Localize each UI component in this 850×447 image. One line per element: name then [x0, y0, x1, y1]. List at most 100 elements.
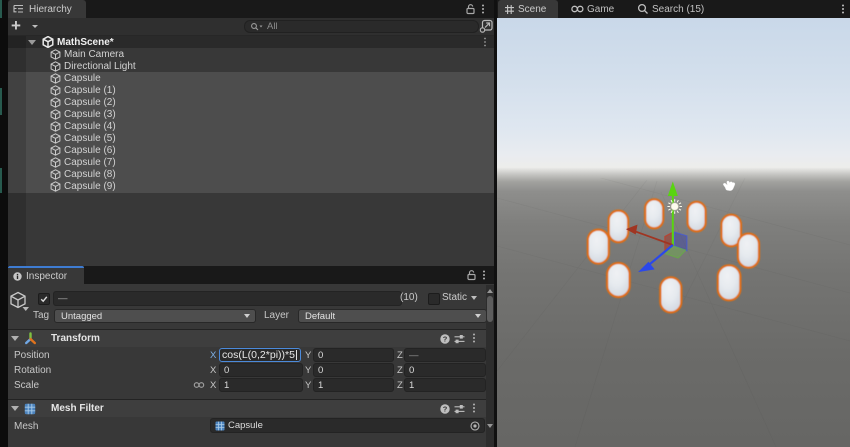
scene-header-row[interactable]: MathScene*: [8, 36, 494, 48]
inspector-lock-icon[interactable]: [466, 269, 477, 281]
hierarchy-item-label: Capsule (6): [64, 145, 116, 156]
transform-rotation-z-field[interactable]: 0: [404, 363, 486, 377]
transform-presets-icon[interactable]: [454, 334, 465, 344]
tag-caret-icon: [244, 314, 250, 318]
transform-rotation-x-field[interactable]: 0: [219, 363, 303, 377]
hierarchy-item-capsule-7[interactable]: Capsule (7): [8, 157, 494, 169]
search-tab-icon: [637, 3, 649, 15]
tag-dropdown[interactable]: Untagged: [54, 309, 256, 323]
hierarchy-item-label: Main Camera: [64, 49, 124, 60]
meshfilter-menu-icon[interactable]: [472, 403, 476, 414]
object-picker-icon[interactable]: [470, 421, 480, 431]
scene-tab-label: Scene: [518, 4, 546, 15]
transform-rotation-y-field[interactable]: 0: [313, 363, 394, 377]
static-checkbox[interactable]: [428, 293, 440, 305]
gameobject-icon[interactable]: [9, 291, 33, 314]
scene-picking-icon[interactable]: [479, 19, 494, 34]
text-cursor: [296, 350, 297, 360]
hierarchy-item-capsule-2[interactable]: Capsule (2): [8, 96, 494, 108]
transform-foldout-icon[interactable]: [11, 336, 19, 341]
gameobject-cube-icon: [50, 85, 61, 96]
hierarchy-item-capsule-6[interactable]: Capsule (6): [8, 145, 494, 157]
axis-label-scale-z[interactable]: Z: [397, 380, 403, 391]
inspector-menu-icon[interactable]: [482, 270, 486, 281]
static-caret-icon[interactable]: [471, 296, 477, 300]
axis-label-position-z[interactable]: Z: [397, 350, 403, 361]
game-icon: [571, 4, 584, 14]
transform-help-icon[interactable]: ?: [440, 334, 450, 344]
meshfilter-foldout-icon[interactable]: [11, 406, 19, 411]
create-button[interactable]: +: [11, 18, 21, 33]
inspector-tab-label: Inspector: [26, 271, 67, 282]
transform-header[interactable]: Transform ?: [8, 329, 486, 347]
scene-viewport[interactable]: [497, 18, 850, 447]
axis-label-position-x[interactable]: X: [210, 350, 216, 361]
scrollbar-thumb[interactable]: [487, 296, 493, 322]
scene-grid-icon: [504, 4, 515, 15]
scene-foldout-icon[interactable]: [28, 40, 36, 45]
inspector-tabbar: Inspector: [8, 266, 494, 284]
name-field[interactable]: —: [53, 291, 402, 306]
tab-inspector[interactable]: Inspector: [8, 266, 84, 284]
transform-scale-y-field[interactable]: 1: [313, 378, 394, 392]
hierarchy-item-capsule-3[interactable]: Capsule (3): [8, 108, 494, 120]
hierarchy-item-capsule-8[interactable]: Capsule (8): [8, 169, 494, 181]
scrollbar-down-icon[interactable]: [487, 424, 493, 428]
scrollbar-up-icon[interactable]: [487, 289, 493, 293]
gameobject-cube-icon: [50, 157, 61, 168]
meshfilter-title: Mesh Filter: [51, 403, 104, 414]
selection-count: (10): [400, 292, 418, 304]
transform-menu-icon[interactable]: [472, 333, 476, 344]
create-caret-icon[interactable]: [32, 25, 38, 28]
hierarchy-item-capsule-9[interactable]: Capsule (9): [8, 181, 494, 193]
meshfilter-icon: [24, 403, 36, 415]
axis-label-rotation-y[interactable]: Y: [305, 365, 311, 376]
layer-dropdown[interactable]: Default: [298, 309, 487, 323]
gameobject-cube-icon: [50, 97, 61, 108]
gameobject-cube-icon: [50, 133, 61, 144]
inspector-scrollbar[interactable]: [486, 285, 494, 447]
svg-text:?: ?: [443, 405, 448, 414]
tag-value: Untagged: [61, 311, 102, 322]
meshfilter-help-icon[interactable]: ?: [440, 404, 450, 414]
search-tab-label: Search (15): [652, 4, 704, 15]
axis-label-scale-y[interactable]: Y: [305, 380, 311, 391]
hierarchy-item-capsule-5[interactable]: Capsule (5): [8, 133, 494, 145]
scene-row-menu-icon[interactable]: [483, 37, 487, 48]
axis-label-rotation-x[interactable]: X: [210, 365, 216, 376]
transform-scale-z-field[interactable]: 1: [404, 378, 486, 392]
scene-name: MathScene*: [57, 37, 114, 48]
tab-game[interactable]: Game: [571, 0, 614, 18]
active-checkbox[interactable]: [38, 293, 50, 305]
meshfilter-header[interactable]: Mesh Filter ?: [8, 399, 486, 417]
hierarchy-gutter: [8, 36, 26, 266]
mesh-object-field[interactable]: Capsule: [210, 418, 485, 433]
scene-menu-icon[interactable]: [841, 4, 845, 15]
transform-position-z-field[interactable]: —: [404, 348, 486, 362]
hierarchy-item-capsule-4[interactable]: Capsule (4): [8, 120, 494, 132]
axis-label-position-y[interactable]: Y: [305, 350, 311, 361]
search-filter-icon: [250, 22, 263, 32]
axis-label-scale-x[interactable]: X: [210, 380, 216, 391]
transform-position-x-field[interactable]: cos(L(0,2*pi))*5: [219, 348, 301, 362]
transform-position-y-field[interactable]: 0: [313, 348, 394, 362]
static-label: Static: [442, 292, 467, 304]
axis-label-rotation-z[interactable]: Z: [397, 365, 403, 376]
meshfilter-presets-icon[interactable]: [454, 404, 465, 414]
gameobject-cube-icon: [50, 169, 61, 180]
hierarchy-search-field[interactable]: All: [244, 20, 479, 33]
transform-scale-x-field[interactable]: 1: [219, 378, 303, 392]
hierarchy-item-main-camera[interactable]: Main Camera: [8, 48, 494, 60]
hierarchy-item-label: Capsule (7): [64, 157, 116, 168]
svg-text:?: ?: [443, 335, 448, 344]
tab-search[interactable]: Search (15): [637, 0, 704, 18]
layer-value: Default: [305, 311, 335, 322]
scale-link-icon[interactable]: [193, 380, 205, 390]
hierarchy-menu-icon[interactable]: [481, 4, 485, 15]
lock-icon[interactable]: [465, 3, 476, 15]
hierarchy-item-capsule[interactable]: Capsule: [8, 72, 494, 84]
tab-scene[interactable]: Scene: [498, 0, 558, 18]
mesh-value-icon: [215, 421, 225, 431]
hierarchy-item-capsule-1[interactable]: Capsule (1): [8, 84, 494, 96]
hierarchy-item-directional-light[interactable]: Directional Light: [8, 60, 494, 72]
